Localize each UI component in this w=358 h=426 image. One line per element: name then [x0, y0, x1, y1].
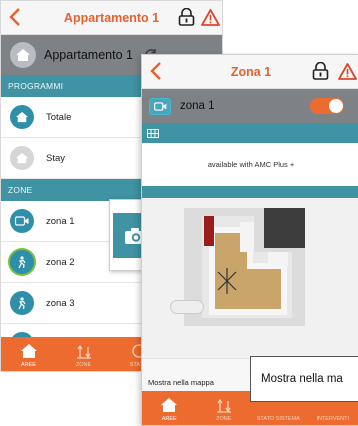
zones-icon — [216, 398, 231, 413]
tab-label: AREE — [21, 362, 36, 368]
zones-icon — [76, 344, 91, 359]
zone-label: zona 3 — [46, 297, 75, 309]
program-label: Stay — [46, 152, 66, 164]
zone-label: zona 1 — [46, 215, 75, 227]
home-icon — [20, 344, 37, 358]
tab-label: ZONE — [216, 416, 232, 422]
lock-icon[interactable] — [312, 62, 329, 80]
tab-zone[interactable]: ZONE — [197, 397, 252, 425]
zone-name: zona 1 — [180, 100, 215, 112]
map-section-band — [142, 186, 358, 198]
tab-label: ZONE — [75, 362, 92, 368]
floor-map — [142, 198, 358, 358]
home-icon — [10, 146, 34, 170]
zone-header-row: zona 1 — [142, 89, 358, 123]
lock-icon[interactable] — [178, 8, 195, 26]
show-on-map-label: Mostra nella mappa — [148, 378, 214, 387]
zone-enable-toggle[interactable] — [310, 98, 344, 114]
nav-bar: Appartamento 1 — [1, 1, 222, 35]
plus-feature-band — [142, 123, 358, 143]
motion-sensor-icon — [10, 250, 34, 274]
show-on-map-popup: Mostra nella ma — [250, 356, 358, 402]
tab-label: AREE — [161, 416, 177, 422]
grid-icon — [147, 128, 159, 138]
amc-plus-notice: available with AMC Plus + — [142, 143, 358, 186]
home-icon — [10, 42, 36, 68]
tab-aree[interactable]: AREE — [1, 343, 56, 371]
warning-icon[interactable] — [338, 63, 357, 80]
home-icon — [161, 398, 178, 412]
camera-icon — [10, 209, 34, 233]
nav-bar: Zona 1 — [142, 55, 358, 89]
toggle-knob — [329, 99, 343, 113]
motion-sensor-icon — [10, 291, 34, 315]
tab-label: STATO SISTEMA — [256, 416, 300, 422]
warning-icon[interactable] — [201, 9, 220, 26]
tab-label: INTERVENTI — [316, 416, 350, 422]
home-icon — [10, 105, 34, 129]
camera-icon — [149, 97, 171, 115]
tab-zone[interactable]: ZONE — [56, 343, 111, 371]
zone-label: zona 2 — [46, 256, 75, 268]
tab-aree[interactable]: AREE — [142, 397, 197, 425]
area-name: Appartamento 1 — [44, 48, 133, 62]
show-on-map-toggle[interactable] — [170, 300, 204, 314]
program-label: Totale — [46, 111, 72, 123]
